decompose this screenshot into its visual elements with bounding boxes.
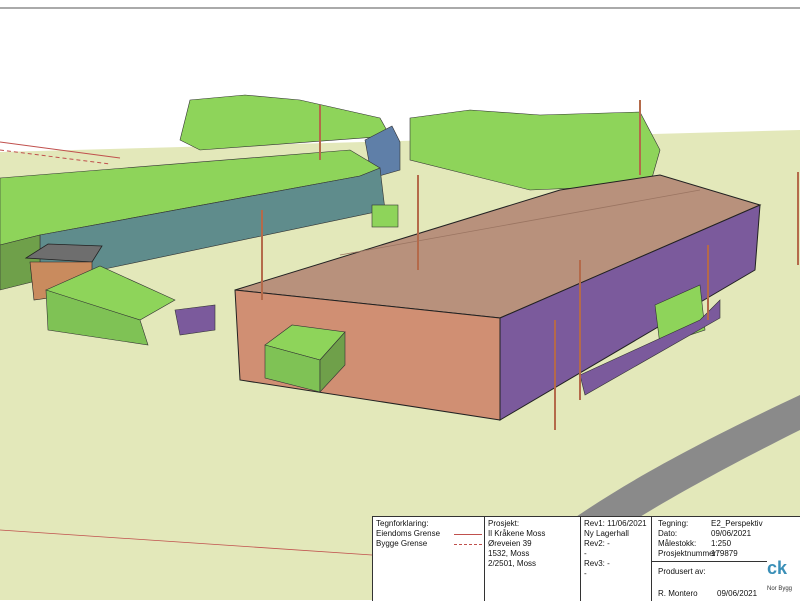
drawing-row: Tegning: E2_Perspektiv (655, 519, 764, 529)
drawing-sheet: Tegnforklaring: Eiendoms Grense Bygge Gr… (0, 0, 800, 601)
produced-by-name: R. Montero (658, 589, 698, 598)
rev3-value: - (607, 559, 610, 568)
rev1-row: Rev1: 11/06/2021 (584, 519, 648, 529)
title-block-divider (652, 561, 767, 562)
revision-section: Rev1: 11/06/2021 Ny Lagerhall Rev2: - - … (581, 517, 652, 601)
rev2-label: Rev2: (584, 539, 605, 548)
residential-block-left-roof (179, 94, 391, 151)
scale-label: Målestokk: (658, 539, 697, 548)
project-line2: Øreveien 39 (488, 539, 532, 548)
small-green-block (371, 204, 399, 228)
project-section: Prosjekt: Il Kråkene Moss Øreveien 39 15… (485, 517, 581, 601)
produced-by-detail-row: R. Montero 09/06/2021 (655, 589, 764, 599)
title-block: Tegnforklaring: Eiendoms Grense Bygge Gr… (372, 516, 800, 601)
project-number-row: Prosjektnummer: 179879 (655, 549, 764, 559)
rev1-description: Ny Lagerhall (584, 529, 629, 538)
produced-by-date: 09/06/2021 (717, 589, 758, 598)
drawing-info-section: Tegning: E2_Perspektiv Dato: 09/06/2021 … (652, 517, 767, 601)
rev2-row: Rev2: - (584, 539, 648, 549)
project-line3: 1532, Moss (488, 549, 530, 558)
company-logo-sub: Nor Bygg (767, 586, 793, 592)
produced-by-label: Produsert av: (658, 567, 706, 576)
legend-building-boundary-label: Bygge Grense (376, 539, 428, 548)
perspective-scene (0, 7, 800, 600)
rev1-label: Rev1: (584, 519, 605, 528)
legend-solid-line (454, 534, 482, 535)
rev1-date: 11/06/2021 (607, 519, 647, 528)
drawing-value: E2_Perspektiv (711, 519, 763, 528)
company-logo-mark: ck (767, 558, 788, 578)
scale-row: Målestokk: 1:250 (655, 539, 764, 549)
scale-value: 1:250 (711, 539, 732, 548)
date-value: 09/06/2021 (711, 529, 752, 538)
legend-heading: Tegnforklaring: (376, 519, 429, 528)
rev2-extra: - (584, 549, 587, 558)
legend-property-boundary: Eiendoms Grense (376, 529, 482, 539)
date-label: Dato: (658, 529, 678, 538)
project-heading: Prosjekt: (488, 519, 520, 528)
rev3-row: Rev3: - (584, 559, 648, 569)
purple-low-wall-left (174, 304, 216, 336)
project-number-value: 179879 (711, 549, 738, 558)
legend-dashed-line (454, 544, 482, 545)
project-number-label: Prosjektnummer: (658, 549, 719, 558)
project-line4: 2/2501, Moss (488, 559, 537, 568)
drawing-label: Tegning: (658, 519, 689, 528)
rev3-extra: - (584, 569, 587, 578)
company-logo: ck Nor Bygg (767, 517, 800, 601)
date-row: Dato: 09/06/2021 (655, 529, 764, 539)
legend-property-boundary-label: Eiendoms Grense (376, 529, 441, 538)
legend-section: Tegnforklaring: Eiendoms Grense Bygge Gr… (373, 517, 485, 601)
produced-by-row: Produsert av: (655, 567, 764, 577)
rev3-label: Rev3: (584, 559, 605, 568)
project-line1: Il Kråkene Moss (488, 529, 546, 538)
rev2-value: - (607, 539, 610, 548)
legend-building-boundary: Bygge Grense (376, 539, 482, 549)
